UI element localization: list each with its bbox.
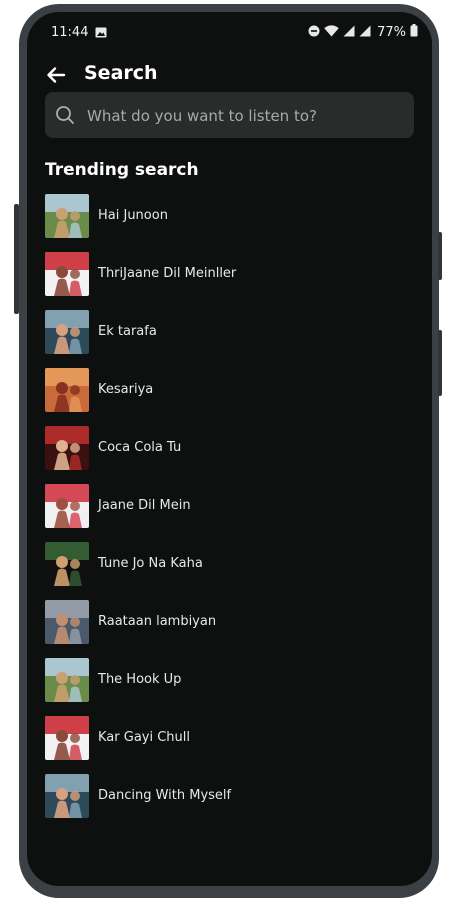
album-thumbnail — [45, 426, 89, 470]
track-title: Dancing With Myself — [98, 788, 232, 803]
track-title: Hai Junoon — [98, 208, 168, 223]
dnd-icon — [308, 25, 320, 41]
phone-side-button — [14, 204, 19, 314]
list-item[interactable]: Dancing With Myself — [45, 774, 405, 820]
list-item[interactable]: Ek tarafa — [45, 310, 405, 356]
list-item[interactable]: ThriJaane Dil Meinller — [45, 252, 405, 298]
page-title: Search — [84, 62, 158, 84]
search-input[interactable] — [85, 92, 409, 140]
track-title: ThriJaane Dil Meinller — [98, 266, 237, 281]
signal-icon — [359, 25, 371, 41]
battery-icon — [410, 24, 418, 41]
status-bar: 11:44 77% — [27, 12, 432, 52]
status-icons: 77% — [308, 24, 418, 41]
list-item[interactable]: The Hook Up — [45, 658, 405, 704]
arrow-left-icon[interactable] — [45, 64, 67, 86]
album-thumbnail — [45, 542, 89, 586]
list-item[interactable]: Hai Junoon — [45, 194, 405, 240]
album-thumbnail — [45, 484, 89, 528]
track-title: Kesariya — [98, 382, 154, 397]
wifi-icon — [324, 24, 339, 41]
album-thumbnail — [45, 310, 89, 354]
album-thumbnail — [45, 716, 89, 760]
search-bar[interactable] — [45, 92, 414, 140]
track-title: Tune Jo Na Kaha — [98, 556, 203, 571]
status-time: 11:44 — [51, 25, 89, 40]
app-header: Search — [27, 54, 432, 94]
list-item[interactable]: Coca Cola Tu — [45, 426, 405, 472]
album-thumbnail — [45, 658, 89, 702]
album-thumbnail — [45, 194, 89, 238]
section-title: Trending search — [45, 160, 199, 180]
track-title: Jaane Dil Mein — [98, 498, 191, 513]
image-icon — [95, 27, 107, 42]
album-thumbnail — [45, 774, 89, 818]
phone-side-button — [438, 330, 442, 396]
album-thumbnail — [45, 368, 89, 412]
list-item[interactable]: Tune Jo Na Kaha — [45, 542, 405, 588]
list-item[interactable]: Kar Gayi Chull — [45, 716, 405, 762]
list-item[interactable]: Raataan lambiyan — [45, 600, 405, 646]
album-thumbnail — [45, 252, 89, 296]
signal-icon — [343, 25, 355, 41]
list-item[interactable]: Jaane Dil Mein — [45, 484, 405, 530]
phone-side-button — [438, 232, 442, 280]
battery-percent: 77% — [377, 25, 406, 40]
search-icon — [55, 105, 75, 129]
track-title: Ek tarafa — [98, 324, 157, 339]
app-screen: 11:44 77% Search What do you want to lis… — [27, 12, 432, 886]
track-title: Kar Gayi Chull — [98, 730, 190, 745]
track-title: Coca Cola Tu — [98, 440, 182, 455]
list-item[interactable]: Kesariya — [45, 368, 405, 414]
album-thumbnail — [45, 600, 89, 644]
track-title: The Hook Up — [98, 672, 182, 687]
track-title: Raataan lambiyan — [98, 614, 217, 629]
